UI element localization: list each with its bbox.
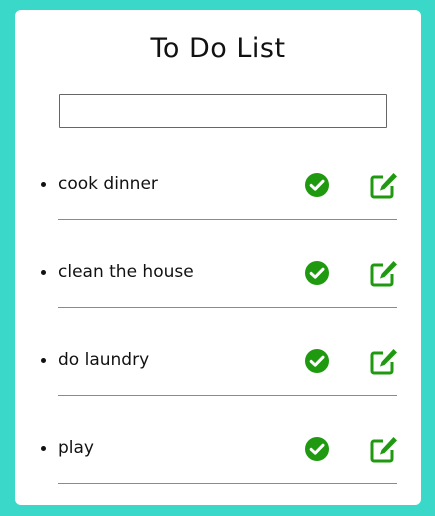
task-label: play [58, 438, 94, 458]
page-title: To Do List [150, 33, 286, 64]
task-label: do laundry [58, 350, 150, 370]
list-item: do laundry [15, 336, 421, 424]
list-item: clean the house [15, 248, 421, 336]
divider [58, 307, 397, 308]
check-circle-icon[interactable] [304, 172, 330, 198]
check-circle-icon[interactable] [304, 348, 330, 374]
divider [58, 219, 397, 220]
check-circle-icon[interactable] [304, 260, 330, 286]
list-item: play [15, 424, 421, 512]
todo-list: cook dinner clean the house do laundry p… [15, 160, 421, 512]
task-label: cook dinner [58, 174, 158, 194]
check-circle-icon[interactable] [304, 436, 330, 462]
todo-card: To Do List cook dinner clean the house d… [15, 10, 421, 505]
bullet [41, 358, 46, 363]
bullet [41, 182, 46, 187]
edit-icon[interactable] [369, 435, 399, 463]
list-item: cook dinner [15, 160, 421, 248]
bullet [41, 270, 46, 275]
divider [58, 395, 397, 396]
bullet [41, 446, 46, 451]
divider [58, 483, 397, 484]
new-task-input[interactable] [59, 94, 387, 128]
edit-icon[interactable] [369, 259, 399, 287]
edit-icon[interactable] [369, 171, 399, 199]
task-label: clean the house [58, 262, 194, 282]
edit-icon[interactable] [369, 347, 399, 375]
